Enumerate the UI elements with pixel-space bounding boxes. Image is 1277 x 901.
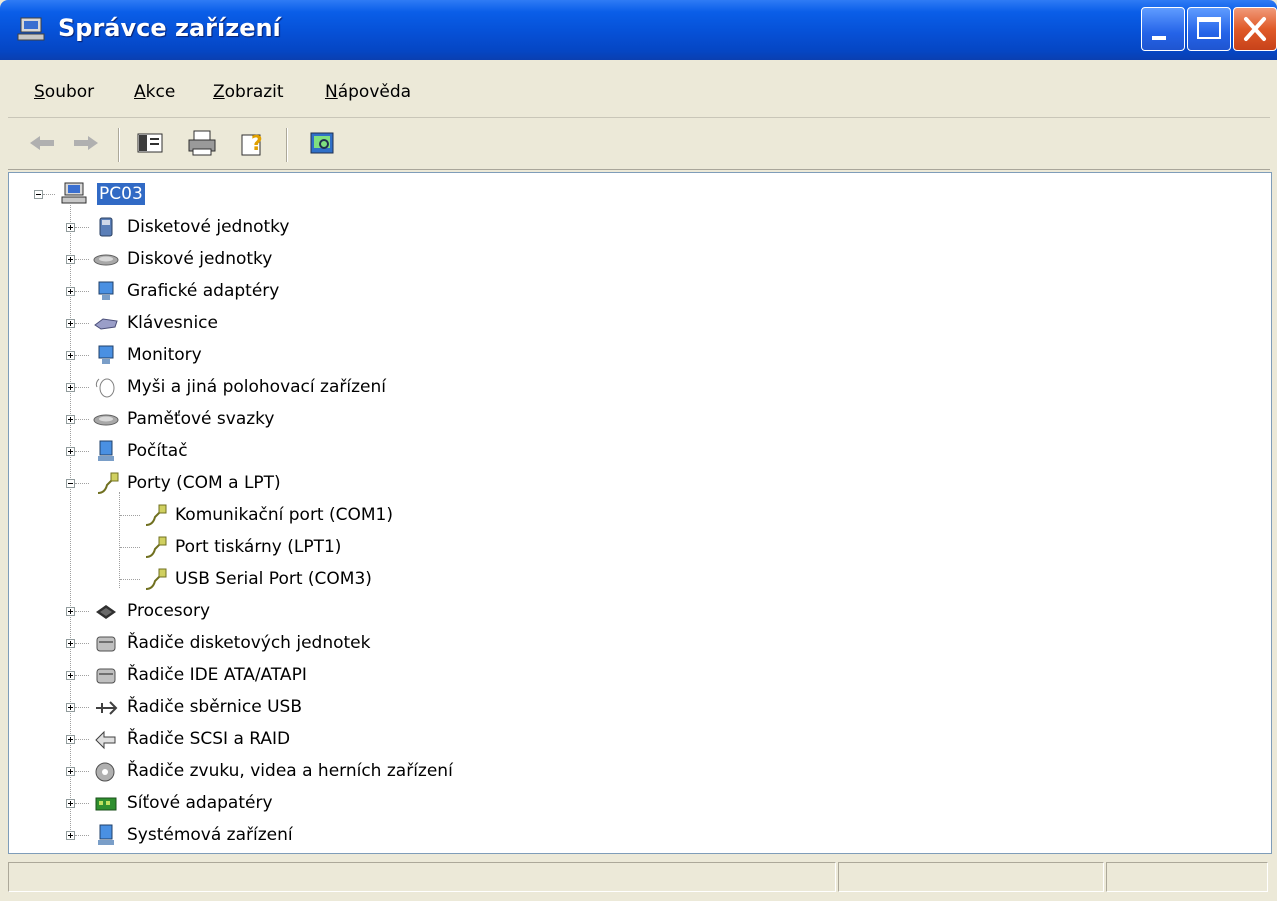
controller-icon <box>96 636 116 652</box>
svg-text:?: ? <box>251 131 263 155</box>
tree-category-label[interactable]: Řadiče disketových jednotek <box>127 632 370 654</box>
maximize-button[interactable] <box>1187 7 1231 51</box>
tree-category-label[interactable]: Řadiče sběrnice USB <box>127 696 302 718</box>
status-pane-main <box>8 862 836 892</box>
tree-category-label[interactable]: Paměťové svazky <box>127 408 274 430</box>
sound-icon <box>95 762 115 782</box>
expand-toggle[interactable] <box>66 703 75 712</box>
menu-view[interactable]: Zobrazit <box>213 82 284 102</box>
toolbar: ? <box>8 118 1270 170</box>
tree-category-label[interactable]: Porty (COM a LPT) <box>127 472 281 494</box>
expand-toggle[interactable] <box>66 447 75 456</box>
disk-drive-icon <box>93 254 119 266</box>
tree-category-label[interactable]: Grafické adaptéry <box>127 280 279 302</box>
scan-hardware-changes-button[interactable] <box>304 126 340 160</box>
expand-toggle[interactable] <box>66 319 75 328</box>
expand-toggle[interactable] <box>66 255 75 264</box>
window-title: Správce zařízení <box>58 14 281 42</box>
computer-icon <box>17 17 45 41</box>
status-pane-3 <box>1106 862 1268 892</box>
toolbar-separator <box>118 128 119 162</box>
network-adapter-icon <box>95 797 117 811</box>
keyboard-icon <box>94 318 118 330</box>
tree-category-label[interactable]: Síťové adapatéry <box>127 792 273 814</box>
close-button[interactable] <box>1233 7 1277 51</box>
tree-category-label[interactable]: Systémová zařízení <box>127 824 293 846</box>
expand-toggle[interactable] <box>66 831 75 840</box>
tree-device-label[interactable]: Komunikační port (COM1) <box>175 504 393 526</box>
help-button[interactable]: ? <box>236 126 272 160</box>
toolbar-separator <box>286 128 287 162</box>
menu-file[interactable]: Soubor <box>34 82 94 102</box>
usb-icon <box>96 701 118 715</box>
monitor-icon <box>98 345 114 364</box>
expand-toggle[interactable] <box>66 607 75 616</box>
print-button[interactable] <box>184 126 220 160</box>
device-manager-window: Správce zařízení Soubor Akce Zobrazit Ná… <box>0 0 1277 901</box>
minimize-icon <box>1152 36 1166 40</box>
tree-category-label[interactable]: Počítač <box>127 440 188 462</box>
port-icon <box>145 536 167 558</box>
maximize-icon <box>1197 17 1221 39</box>
close-icon <box>1244 17 1266 41</box>
expand-toggle[interactable] <box>66 767 75 776</box>
system-device-icon <box>98 824 114 845</box>
tree-category-label[interactable]: Řadiče zvuku, videa a herních zařízení <box>127 760 453 782</box>
tree-category-label[interactable]: Řadiče IDE ATA/ATAPI <box>127 664 307 686</box>
back-button[interactable] <box>24 126 60 160</box>
tree-category-label[interactable]: Disketové jednotky <box>127 216 289 238</box>
controller-icon <box>96 668 116 684</box>
processor-icon <box>96 605 116 619</box>
tree-device-label[interactable]: Port tiskárny (LPT1) <box>175 536 341 558</box>
computer-icon <box>98 440 114 461</box>
port-icon <box>145 504 167 526</box>
tree-category-label[interactable]: Diskové jednotky <box>127 248 272 270</box>
show-hide-console-tree-button[interactable] <box>132 126 168 160</box>
menu-bar: Soubor Akce Zobrazit Nápověda <box>8 60 1270 118</box>
status-pane-2 <box>838 862 1104 892</box>
port-icon <box>145 568 167 590</box>
expand-toggle[interactable] <box>66 735 75 744</box>
expand-toggle[interactable] <box>66 799 75 808</box>
menu-action[interactable]: Akce <box>134 82 175 102</box>
tree-category-label[interactable]: Procesory <box>127 600 210 622</box>
status-bar <box>8 858 1270 896</box>
tree-root-label[interactable]: PC03 <box>97 183 145 205</box>
device-tree[interactable]: PC03 Disketové jednotky Diskové jednotky G… <box>8 172 1272 854</box>
computer-icon <box>61 182 87 204</box>
collapse-toggle[interactable] <box>34 190 43 199</box>
collapse-toggle[interactable] <box>66 479 75 488</box>
floppy-drive-icon <box>99 217 113 237</box>
tree-category-label[interactable]: Řadiče SCSI a RAID <box>127 728 290 750</box>
expand-toggle[interactable] <box>66 287 75 296</box>
title-bar[interactable]: Správce zařízení <box>0 0 1277 60</box>
expand-toggle[interactable] <box>66 223 75 232</box>
mouse-icon <box>95 378 115 398</box>
scsi-icon <box>95 730 116 750</box>
tree-category-label[interactable]: Klávesnice <box>127 312 218 334</box>
expand-toggle[interactable] <box>66 351 75 360</box>
expand-toggle[interactable] <box>66 383 75 392</box>
port-icon <box>97 472 119 494</box>
tree-category-label[interactable]: Monitory <box>127 344 202 366</box>
expand-toggle[interactable] <box>66 639 75 648</box>
expand-toggle[interactable] <box>66 415 75 424</box>
menu-help[interactable]: Nápověda <box>325 82 411 102</box>
storage-volume-icon <box>93 414 119 426</box>
expand-toggle[interactable] <box>66 671 75 680</box>
minimize-button[interactable] <box>1141 7 1185 51</box>
tree-device-label[interactable]: USB Serial Port (COM3) <box>175 568 372 590</box>
forward-button[interactable] <box>68 126 104 160</box>
display-adapter-icon <box>98 281 114 300</box>
tree-category-label[interactable]: Myši a jiná polohovací zařízení <box>127 376 386 398</box>
